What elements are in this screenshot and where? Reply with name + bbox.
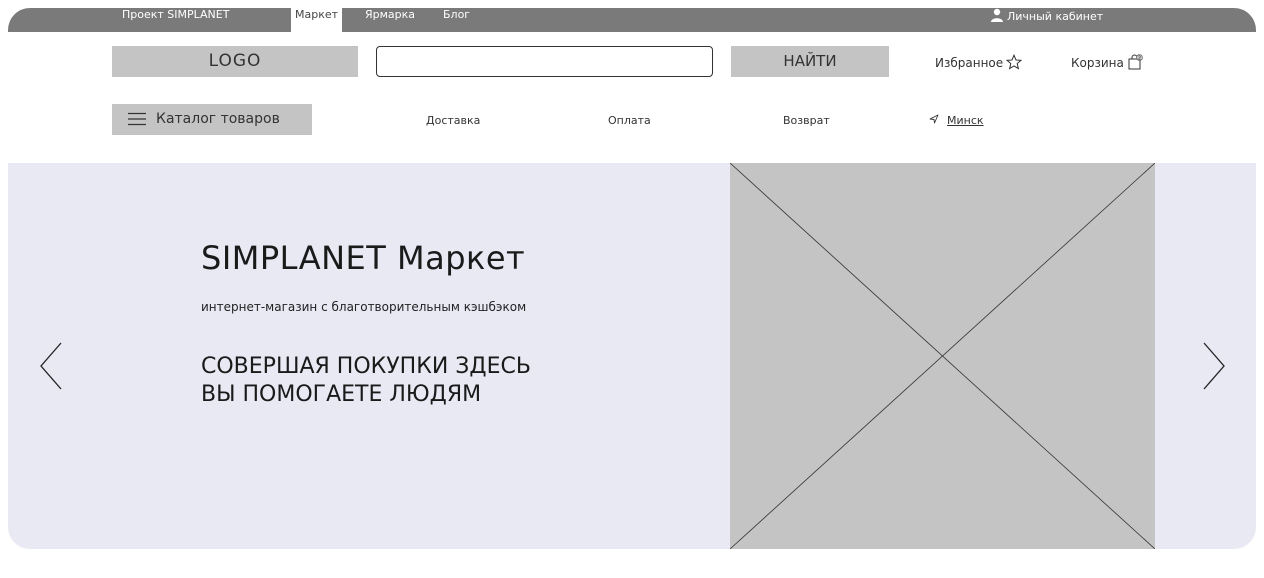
nav-payment[interactable]: Оплата — [608, 114, 651, 127]
search-button[interactable]: НАЙТИ — [731, 46, 889, 77]
carousel-prev-button[interactable] — [38, 341, 64, 395]
cart-link[interactable]: Корзина 2 — [1071, 54, 1143, 70]
top-nav-blog[interactable]: Блог — [443, 8, 470, 32]
chevron-left-icon — [40, 342, 62, 390]
page-frame: Проект SIMPLANET Маркет Ярмарка Блог Лич… — [8, 8, 1256, 549]
nav-return[interactable]: Возврат — [783, 114, 830, 127]
city-name: Минск — [947, 114, 984, 127]
catalog-button[interactable]: Каталог товаров — [112, 104, 312, 135]
city-selector[interactable]: Минск — [929, 114, 984, 127]
carousel-next-button[interactable] — [1201, 341, 1227, 395]
star-icon — [1005, 53, 1023, 70]
favorites-link[interactable]: Избранное — [935, 53, 1023, 70]
cart-count: 2 — [1138, 55, 1141, 61]
hero-image-placeholder — [729, 162, 1156, 549]
hero-banner: SIMPLANET Маркет интернет-магазин с благ… — [8, 162, 1256, 549]
cart-label: Корзина — [1071, 56, 1124, 70]
chevron-right-icon — [1203, 342, 1225, 390]
location-arrow-icon — [929, 114, 939, 124]
account-label: Личный кабинет — [1007, 10, 1104, 23]
account-link[interactable]: Личный кабинет — [990, 8, 1103, 32]
user-icon — [991, 8, 1003, 22]
hero-title: SIMPLANET Маркет — [201, 239, 526, 277]
hero-tagline: СОВЕРШАЯ ПОКУПКИ ЗДЕСЬ ВЫ ПОМОГАЕТЕ ЛЮДЯ… — [201, 353, 531, 409]
logo[interactable]: LOGO — [112, 46, 358, 77]
catalog-label: Каталог товаров — [156, 111, 280, 127]
top-nav-project[interactable]: Проект SIMPLANET — [122, 8, 229, 32]
top-nav-market[interactable]: Маркет — [291, 8, 343, 32]
hero-tagline-line1: СОВЕРШАЯ ПОКУПКИ ЗДЕСЬ — [201, 354, 531, 379]
cart-icon: 2 — [1128, 54, 1143, 70]
top-bar: Проект SIMPLANET Маркет Ярмарка Блог Лич… — [8, 8, 1256, 32]
favorites-label: Избранное — [935, 56, 1004, 70]
hero-tagline-line2: ВЫ ПОМОГАЕТЕ ЛЮДЯМ — [201, 382, 482, 407]
image-placeholder-cross — [729, 162, 1156, 549]
nav-delivery[interactable]: Доставка — [426, 114, 480, 127]
menu-icon — [128, 112, 146, 126]
search-input[interactable] — [376, 46, 713, 77]
hero-subtitle: интернет-магазин с благотворительным кэш… — [201, 300, 527, 314]
top-nav-fair[interactable]: Ярмарка — [365, 8, 415, 32]
